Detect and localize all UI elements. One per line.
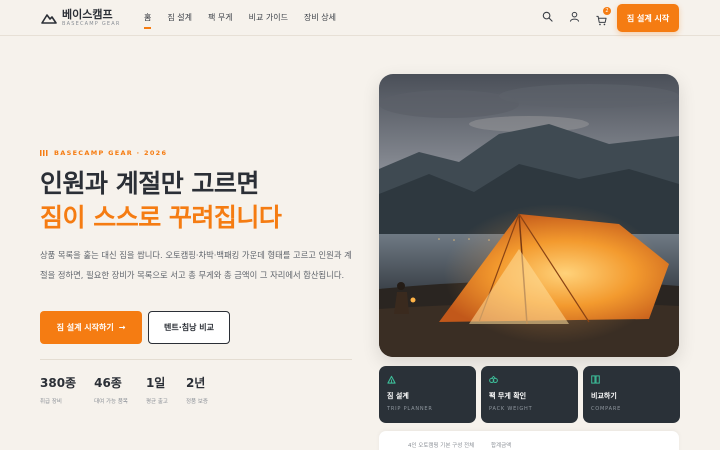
primary-button-label: 짐 설계 시작하기 — [56, 323, 114, 332]
brand-subtitle: BASECAMP GEAR — [62, 21, 121, 27]
cart-count-badge: 2 — [603, 7, 611, 15]
user-icon[interactable] — [569, 11, 580, 22]
hero-title: 인원과 계절만 고르면 짐이 스스로 꾸려집니다 — [40, 167, 282, 235]
stat-label: 대여 가능 품목 — [94, 399, 128, 405]
feature-card-pack-weight[interactable]: 팩 무게 확인 PACK WEIGHT — [481, 366, 578, 423]
stat-value: 1일 — [145, 376, 166, 390]
mountain-icon — [41, 14, 57, 24]
stat-warranty: 2년 정품 보증 — [186, 374, 208, 405]
stat-label: 정품 보증 — [185, 399, 208, 405]
header-actions: 2 — [542, 7, 611, 26]
arrow-right-icon: → — [118, 323, 126, 332]
nav-item-pack-weight[interactable]: 팩 무게 — [208, 12, 233, 23]
hero-title-line2: 짐이 스스로 꾸려집니다 — [40, 203, 282, 232]
search-icon[interactable] — [542, 11, 553, 22]
compare-icon — [591, 375, 600, 384]
stats-divider — [40, 359, 352, 360]
card-subtitle: PACK WEIGHT — [489, 406, 533, 412]
stat-value: 2년 — [185, 376, 206, 390]
nav-item-planner[interactable]: 짐 설계 — [167, 12, 192, 23]
main-nav: 홈 짐 설계 팩 무게 비교 가이드 장비 상세 — [144, 12, 352, 29]
card-title: 짐 설계 — [387, 392, 409, 400]
stat-gear-count: 380종 취급 장비 — [40, 374, 76, 405]
stat-value: 380종 — [40, 376, 77, 390]
stats-row: 380종 취급 장비 46종 대여 가능 품목 1일 평균 출고 2년 정품 보… — [40, 374, 226, 405]
hero-title-line1: 인원과 계절만 고르면 — [40, 169, 259, 198]
stat-value: 46종 — [94, 376, 122, 390]
brand-logo[interactable]: 베이스캠프 BASECAMP GEAR — [41, 9, 121, 27]
stat-shipping: 1일 평균 출고 — [146, 374, 168, 405]
tent-icon — [387, 375, 396, 384]
card-title: 팩 무게 확인 — [489, 392, 527, 400]
cart-icon — [596, 15, 607, 26]
start-planning-button[interactable]: 짐 설계 시작 — [617, 4, 679, 32]
cart-button[interactable]: 2 — [596, 7, 611, 26]
kit-summary-panel: 4인 오토캠핑 기본 구성 전체 합계금액 — [379, 431, 679, 450]
start-planning-hero-button[interactable]: 짐 설계 시작하기 → — [40, 311, 142, 344]
stat-label: 평균 출고 — [145, 399, 168, 405]
stat-rental-count: 46종 대여 가능 품목 — [94, 374, 128, 405]
card-title: 비교하기 — [591, 392, 617, 400]
bars-icon — [40, 150, 49, 156]
nav-item-gear-detail[interactable]: 장비 상세 — [304, 12, 336, 23]
kit-summary-text: 4인 오토캠핑 기본 구성 전체 — [408, 443, 475, 449]
nav-item-home[interactable]: 홈 — [144, 12, 152, 29]
backpack-icon — [489, 375, 498, 383]
brand-name: 베이스캠프 — [62, 8, 113, 21]
hero-eyebrow: BASECAMP GEAR · 2026 — [40, 149, 167, 157]
top-header: 베이스캠프 BASECAMP GEAR 홈 짐 설계 팩 무게 비교 가이드 장… — [0, 0, 720, 36]
eyebrow-text: BASECAMP GEAR · 2026 — [54, 149, 168, 157]
feature-card-compare[interactable]: 비교하기 COMPARE — [583, 366, 680, 423]
compare-tent-sleeping-bag-button[interactable]: 텐트·침낭 비교 — [148, 311, 230, 344]
card-subtitle: COMPARE — [591, 406, 622, 412]
feature-card-trip-planner[interactable]: 짐 설계 TRIP PLANNER — [379, 366, 476, 423]
nav-item-compare-guide[interactable]: 비교 가이드 — [249, 12, 288, 23]
card-subtitle: TRIP PLANNER — [387, 406, 433, 412]
stat-label: 취급 장비 — [40, 399, 62, 405]
hero-camping-image — [379, 74, 679, 357]
kit-total-label: 합계금액 — [491, 443, 512, 449]
hero-description: 상품 목록을 훑는 대신 짐을 쌉니다. 오토캠핑·차박·백패킹 가운데 형태를… — [40, 250, 352, 280]
